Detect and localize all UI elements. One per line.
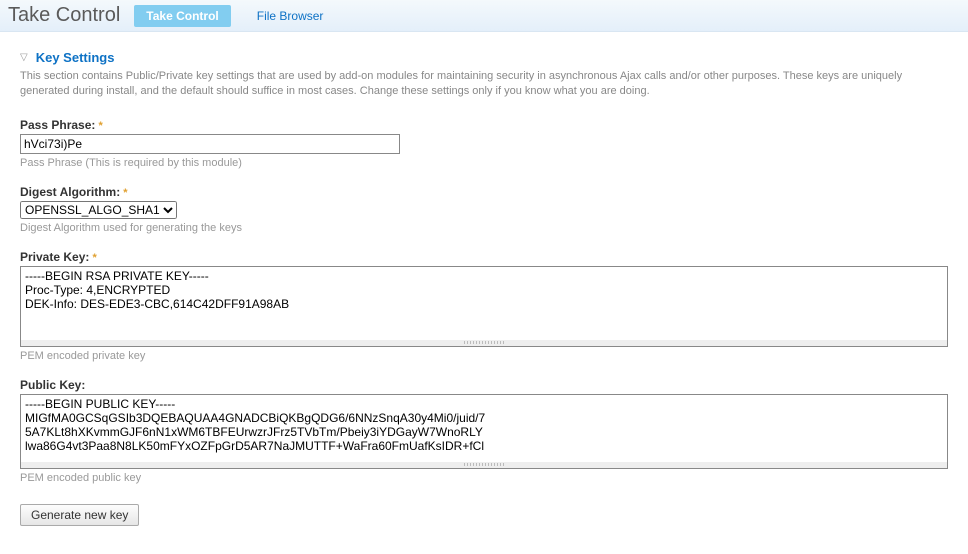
collapse-icon: ▽ (20, 52, 28, 63)
public-key-label: Public Key: (20, 378, 85, 392)
digest-label: Digest Algorithm: (20, 185, 120, 199)
section-header[interactable]: ▽ Key Settings (20, 50, 948, 65)
required-marker: * (123, 187, 127, 199)
private-key-textarea[interactable]: -----BEGIN RSA PRIVATE KEY----- Proc-Typ… (21, 267, 947, 337)
content: ▽ Key Settings This section contains Pub… (0, 32, 968, 544)
section-title: Key Settings (36, 50, 115, 65)
section-description: This section contains Public/Private key… (20, 69, 948, 100)
page-title: Take Control (8, 4, 120, 27)
header-bar: Take Control Take Control File Browser (0, 0, 968, 32)
digest-select[interactable]: OPENSSL_ALGO_SHA1 (20, 201, 177, 219)
pass-phrase-input[interactable] (20, 134, 400, 154)
tab-take-control[interactable]: Take Control (134, 5, 230, 27)
field-private-key: Private Key: * -----BEGIN RSA PRIVATE KE… (20, 250, 948, 362)
required-marker: * (98, 120, 102, 132)
resize-handle[interactable] (21, 462, 947, 468)
pass-phrase-hint: Pass Phrase (This is required by this mo… (20, 157, 948, 169)
resize-handle[interactable] (21, 340, 947, 346)
digest-hint: Digest Algorithm used for generating the… (20, 222, 948, 234)
public-key-textarea[interactable]: -----BEGIN PUBLIC KEY----- MIGfMA0GCSqGS… (21, 395, 947, 459)
required-marker: * (92, 252, 96, 264)
private-key-hint: PEM encoded private key (20, 350, 948, 362)
field-digest: Digest Algorithm: * OPENSSL_ALGO_SHA1 Di… (20, 185, 948, 234)
field-public-key: Public Key: -----BEGIN PUBLIC KEY----- M… (20, 378, 948, 484)
public-key-hint: PEM encoded public key (20, 472, 948, 484)
generate-key-button[interactable]: Generate new key (20, 504, 139, 526)
field-pass-phrase: Pass Phrase: * Pass Phrase (This is requ… (20, 118, 948, 169)
tab-file-browser[interactable]: File Browser (245, 5, 336, 27)
pass-phrase-label: Pass Phrase: (20, 118, 95, 132)
private-key-label: Private Key: (20, 250, 89, 264)
